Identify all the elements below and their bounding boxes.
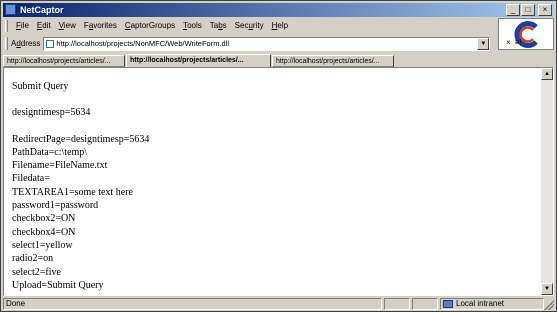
resize-grip-icon[interactable] bbox=[544, 300, 554, 310]
page-icon bbox=[46, 39, 55, 48]
menu-file-label: ile bbox=[20, 21, 29, 30]
close-button[interactable]: × bbox=[538, 4, 552, 16]
response-line: radio2=on bbox=[12, 253, 54, 265]
menu-security-label: rity bbox=[252, 21, 264, 30]
minimize-button[interactable]: _ bbox=[506, 4, 520, 16]
response-line: checkbox2=ON bbox=[12, 213, 76, 225]
menu-favorites-label: vorites bbox=[93, 21, 117, 30]
response-line: PathData=c:\temp\ bbox=[12, 146, 88, 158]
address-extras: × ≡! bbox=[506, 38, 522, 47]
status-bar: Done Local intranet bbox=[3, 297, 554, 310]
maximize-button[interactable]: □ bbox=[521, 4, 535, 16]
status-zone: Local intranet bbox=[440, 297, 544, 310]
response-line: TEXTAREA1=some text here bbox=[12, 186, 133, 198]
toolbar-grip[interactable] bbox=[5, 19, 8, 32]
title-bar[interactable]: NetCaptor _ □ × bbox=[3, 3, 554, 17]
tab-1[interactable]: http://localhost/projects/articles/... bbox=[3, 55, 125, 67]
tab-list-icon[interactable]: ≡! bbox=[515, 38, 522, 47]
response-timestamp: designtimesp=5634 bbox=[12, 107, 91, 119]
status-pane-progress bbox=[384, 297, 410, 310]
response-line: password1=password bbox=[12, 200, 99, 212]
address-dropdown-icon[interactable]: ▼ bbox=[477, 37, 490, 50]
tab-strip: http://localhost/projects/articles/... h… bbox=[3, 53, 554, 67]
menu-tools-label: ools bbox=[187, 21, 202, 30]
vertical-scrollbar[interactable]: ▲ ▼ bbox=[541, 68, 553, 295]
response-line: select2=five bbox=[12, 266, 61, 278]
menu-captorgroups-label: aptorGroups bbox=[130, 21, 176, 30]
status-text: Done bbox=[3, 297, 382, 310]
response-line: checkbox4=ON bbox=[12, 226, 76, 238]
scroll-down-icon[interactable]: ▼ bbox=[541, 283, 553, 295]
response-heading: Submit Query bbox=[12, 81, 69, 92]
caption-buttons: _ □ × bbox=[506, 4, 552, 16]
menu-tools[interactable]: Tools bbox=[179, 19, 206, 32]
menu-view[interactable]: View bbox=[55, 19, 80, 32]
menu-bar: File Edit View Favorites CaptorGroups To… bbox=[3, 18, 495, 33]
menu-favorites[interactable]: Favorites bbox=[80, 19, 121, 32]
menu-file[interactable]: File bbox=[12, 19, 33, 32]
status-pane-security bbox=[412, 297, 438, 310]
window-title: NetCaptor bbox=[20, 5, 64, 15]
address-label: Address bbox=[11, 39, 43, 48]
menu-help[interactable]: Help bbox=[268, 19, 292, 32]
menu-security[interactable]: Security bbox=[231, 19, 268, 32]
app-icon[interactable] bbox=[5, 4, 16, 15]
scroll-up-icon[interactable]: ▲ bbox=[541, 68, 553, 80]
response-line: Filedata= bbox=[12, 173, 50, 185]
response-line: RedirectPage=designtimesp=5634 bbox=[12, 133, 150, 145]
tab-3[interactable]: http://localhost/projects/articles/... bbox=[272, 55, 394, 67]
browser-window: NetCaptor _ □ × File Edit View Favorites… bbox=[0, 0, 557, 312]
address-label-rest: dress bbox=[20, 39, 41, 48]
menu-edit-label: dit bbox=[42, 21, 51, 30]
page-viewport: Submit Query designtimesp=5634 RedirectP… bbox=[3, 67, 554, 296]
intranet-icon bbox=[443, 299, 453, 308]
response-line: Upload=Submit Query bbox=[12, 279, 104, 291]
address-bar: Address ▼ bbox=[3, 35, 497, 52]
response-line: Filename=FileName.txt bbox=[12, 160, 108, 172]
page-content: Submit Query designtimesp=5634 RedirectP… bbox=[4, 68, 542, 295]
menu-security-pre: Sec bbox=[234, 21, 249, 30]
address-grip[interactable] bbox=[5, 37, 8, 50]
menu-view-label: iew bbox=[63, 21, 76, 30]
response-line: select1=yellow bbox=[12, 239, 73, 251]
close-tab-icon[interactable]: × bbox=[506, 38, 511, 47]
tab-2-active[interactable]: http://localhost/projects/articles/... bbox=[126, 54, 271, 67]
zone-label: Local intranet bbox=[456, 298, 505, 308]
menu-tabs[interactable]: Tabs bbox=[206, 19, 231, 32]
menu-help-label: elp bbox=[277, 21, 289, 30]
address-field[interactable]: ▼ bbox=[43, 36, 491, 51]
menu-captorgroups[interactable]: CaptorGroups bbox=[121, 19, 179, 32]
menu-tabs-label: s bbox=[222, 21, 227, 30]
menu-tabs-pre: Ta bbox=[209, 21, 219, 30]
address-input[interactable] bbox=[56, 37, 477, 50]
menu-edit[interactable]: Edit bbox=[33, 19, 55, 32]
